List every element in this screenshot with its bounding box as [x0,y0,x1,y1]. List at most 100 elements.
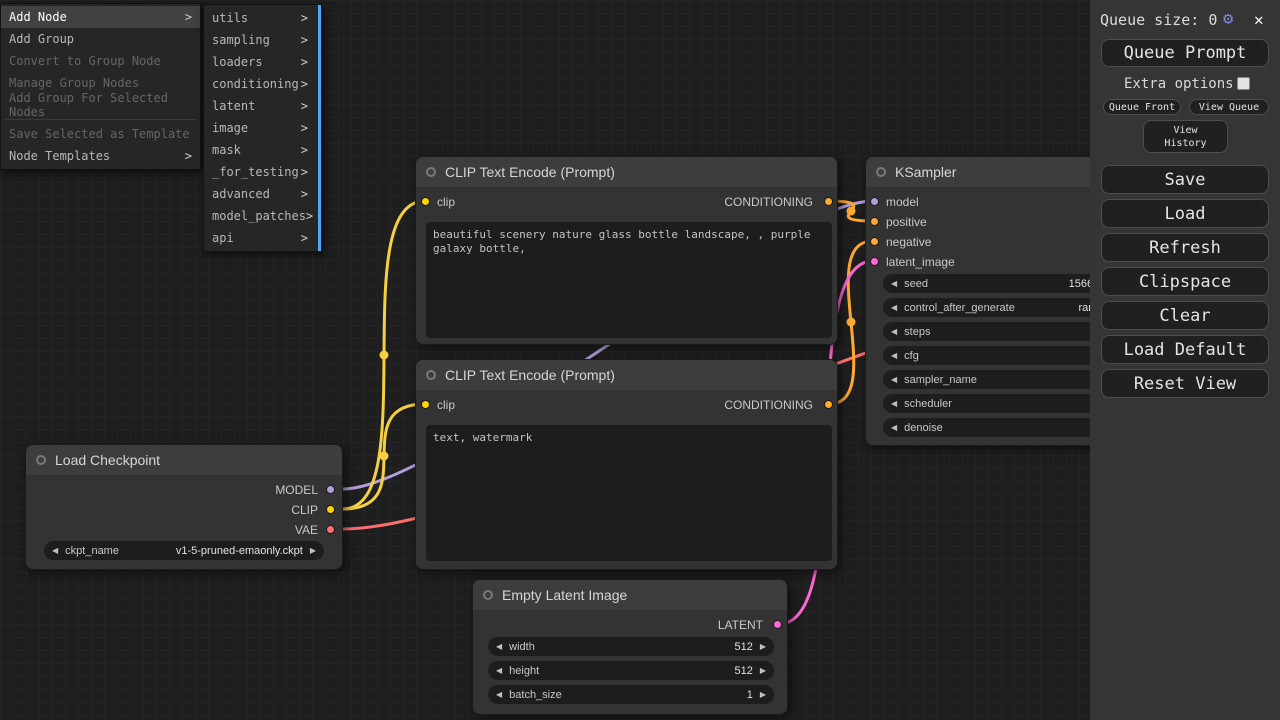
collapse-dot-icon[interactable] [876,167,886,177]
menu-item-label: Save Selected as Template [9,127,190,141]
increment-icon[interactable]: ▶ [760,666,766,675]
queue-size-label: Queue size: 0 [1100,11,1217,29]
prompt-textarea[interactable]: beautiful scenery nature glass bottle la… [426,222,832,338]
input-slot-clip[interactable] [421,197,430,206]
node-title-bar[interactable]: Empty Latent Image [473,580,787,610]
view-history-button[interactable]: View History [1143,120,1228,153]
submenu-arrow-icon: > [306,209,313,223]
submenu-item-conditioning[interactable]: conditioning > [204,73,321,95]
widget-ckpt-name[interactable]: ◀ ckpt_name v1-5-pruned-emaonly.ckpt ▶ [44,541,324,560]
decrement-icon[interactable]: ◀ [496,666,502,675]
decrement-icon[interactable]: ◀ [891,399,897,408]
output-slot-clip[interactable] [326,505,335,514]
decrement-icon[interactable]: ◀ [52,546,58,555]
output-slot-vae[interactable] [326,525,335,534]
queue-prompt-button[interactable]: Queue Prompt [1101,39,1269,67]
load-button[interactable]: Load [1101,199,1269,228]
node-empty-latent-image[interactable]: Empty Latent Image LATENT ◀ width 512 ▶ … [472,579,788,715]
menu-item-label: _for_testing [212,165,299,179]
decrement-icon[interactable]: ◀ [496,690,502,699]
node-title-bar[interactable]: Load Checkpoint [26,445,342,475]
menu-item-label: api [212,231,234,245]
submenu-item-utils[interactable]: utils > [204,7,321,29]
increment-icon[interactable]: ▶ [310,546,316,555]
menu-item-convert-to-group-node[interactable]: Convert to Group Node [1,50,200,72]
widget-height[interactable]: ◀ height 512 ▶ [488,661,774,680]
output-label-latent: LATENT [718,618,763,632]
node-title-bar[interactable]: CLIP Text Encode (Prompt) [416,360,837,390]
menu-item-add-group-for-selected-nodes[interactable]: Add Group For Selected Nodes [1,94,200,116]
input-slot-clip[interactable] [421,400,430,409]
submenu-arrow-icon: > [301,33,308,47]
widget-value: 512 [535,641,753,653]
decrement-icon[interactable]: ◀ [891,351,897,360]
submenu-item-image[interactable]: image > [204,117,321,139]
decrement-icon[interactable]: ◀ [496,642,502,651]
extra-options-checkbox[interactable] [1237,77,1250,90]
widget-label: seed [904,278,928,290]
submenu-scrollbar[interactable] [318,5,321,251]
submenu-item-for-testing[interactable]: _for_testing > [204,161,321,183]
menu-item-save-selected-as-template[interactable]: Save Selected as Template [1,123,200,145]
decrement-icon[interactable]: ◀ [891,303,897,312]
decrement-icon[interactable]: ◀ [891,279,897,288]
submenu-arrow-icon: > [301,77,308,91]
menu-item-label: Convert to Group Node [9,54,161,68]
node-title-bar[interactable]: CLIP Text Encode (Prompt) [416,157,837,187]
input-slot-negative[interactable] [870,237,879,246]
increment-icon[interactable]: ▶ [760,642,766,651]
submenu-item-sampling[interactable]: sampling > [204,29,321,51]
increment-icon[interactable]: ▶ [760,690,766,699]
submenu-item-model-patches[interactable]: model_patches > [204,205,321,227]
submenu-arrow-icon: > [301,165,308,179]
widget-label: ckpt_name [65,545,119,557]
clipspace-button[interactable]: Clipspace [1101,267,1269,296]
submenu-item-loaders[interactable]: loaders > [204,51,321,73]
menu-item-node-templates[interactable]: Node Templates > [1,145,200,167]
submenu-item-advanced[interactable]: advanced > [204,183,321,205]
submenu-item-latent[interactable]: latent > [204,95,321,117]
menu-item-add-node[interactable]: Add Node > [1,6,200,28]
menu-item-label: model_patches [212,209,306,223]
decrement-icon[interactable]: ◀ [891,327,897,336]
input-slot-model[interactable] [870,197,879,206]
view-queue-button[interactable]: View Queue [1189,99,1269,115]
queue-front-button[interactable]: Queue Front [1103,99,1181,115]
submenu-arrow-icon: > [301,143,308,157]
input-slot-latent-image[interactable] [870,257,879,266]
menu-item-label: Manage Group Nodes [9,76,139,90]
settings-gear-icon[interactable]: ⚙ [1223,9,1233,29]
clear-button[interactable]: Clear [1101,301,1269,330]
collapse-dot-icon[interactable] [426,370,436,380]
output-slot-model[interactable] [326,485,335,494]
widget-width[interactable]: ◀ width 512 ▶ [488,637,774,656]
close-icon[interactable]: ✕ [1254,10,1264,29]
input-label-model: model [886,195,919,209]
decrement-icon[interactable]: ◀ [891,423,897,432]
widget-label: scheduler [904,398,952,410]
collapse-dot-icon[interactable] [36,455,46,465]
collapse-dot-icon[interactable] [483,590,493,600]
node-load-checkpoint[interactable]: Load Checkpoint MODEL CLIP VAE ◀ ckpt_na… [25,444,343,570]
refresh-button[interactable]: Refresh [1101,233,1269,262]
node-clip-text-encode-negative[interactable]: CLIP Text Encode (Prompt) clip CONDITION… [415,359,838,570]
save-button[interactable]: Save [1101,165,1269,194]
collapse-dot-icon[interactable] [426,167,436,177]
output-slot-latent[interactable] [773,620,782,629]
node-clip-text-encode-positive[interactable]: CLIP Text Encode (Prompt) clip CONDITION… [415,156,838,345]
widget-batch-size[interactable]: ◀ batch_size 1 ▶ [488,685,774,704]
reset-view-button[interactable]: Reset View [1101,369,1269,398]
prompt-textarea[interactable]: text, watermark [426,425,832,561]
submenu-item-mask[interactable]: mask > [204,139,321,161]
decrement-icon[interactable]: ◀ [891,375,897,384]
output-slot-conditioning[interactable] [824,400,833,409]
menu-item-add-group[interactable]: Add Group [1,28,200,50]
submenu-item-api[interactable]: api > [204,227,321,249]
widget-value: 512 [539,665,753,677]
node-title: KSampler [895,164,956,180]
output-slot-conditioning[interactable] [824,197,833,206]
view-history-line1: View [1173,124,1197,137]
input-slot-positive[interactable] [870,217,879,226]
load-default-button[interactable]: Load Default [1101,335,1269,364]
menu-item-label: image [212,121,248,135]
